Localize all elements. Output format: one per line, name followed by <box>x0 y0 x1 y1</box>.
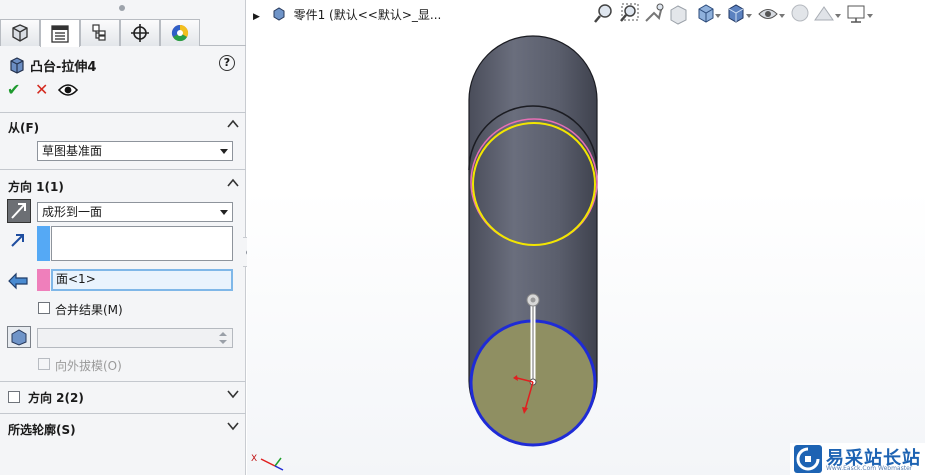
direction-selection-color <box>37 226 50 261</box>
triad-x-label: X <box>251 454 257 464</box>
chevron-down-icon <box>220 149 228 154</box>
from-section-header[interactable]: 从(F) <box>0 116 246 138</box>
from-section-title: 从(F) <box>8 121 40 135</box>
direction2-section-header[interactable]: 方向 2(2) <box>0 386 246 408</box>
draft-outward-checkbox[interactable] <box>38 358 50 370</box>
display-manager-tab[interactable] <box>160 19 200 46</box>
face-selection-icon <box>8 272 28 290</box>
draft-angle-field[interactable] <box>37 328 233 348</box>
configuration-icon <box>92 24 106 41</box>
chevron-up-icon[interactable] <box>227 177 239 189</box>
watermark: 易采站长站 Www.Easck.Com Webmaster <box>790 443 925 475</box>
start-condition-value: 草图基准面 <box>42 144 103 158</box>
boss-extrude-icon <box>10 57 24 74</box>
reference-triad <box>260 457 284 471</box>
spinner-icon[interactable] <box>216 330 230 346</box>
ok-button[interactable]: ✔ <box>7 80 20 100</box>
chevron-down-icon <box>220 210 228 215</box>
merge-result-label: 合并结果(M) <box>55 303 123 317</box>
panel-grip[interactable] <box>119 5 125 11</box>
merge-result-checkbox[interactable] <box>38 302 50 314</box>
direction2-title: 方向 2(2) <box>28 391 84 405</box>
divider <box>0 413 246 414</box>
direction-arrow-icon <box>11 234 24 247</box>
selected-contours-title: 所选轮廓(S) <box>8 423 76 437</box>
direction1-section-header[interactable]: 方向 1(1) <box>0 175 246 197</box>
face-selection-value: 面<1> <box>56 272 96 286</box>
crosshair-icon <box>131 24 149 42</box>
direction1-title: 方向 1(1) <box>8 180 64 194</box>
direction-selection-box[interactable] <box>51 226 233 261</box>
feature-manager-tab[interactable] <box>0 19 40 46</box>
eye-icon[interactable] <box>58 83 78 97</box>
divider <box>0 381 246 382</box>
manager-tabstrip <box>0 19 246 47</box>
reverse-direction-icon[interactable] <box>7 199 31 223</box>
color-wheel-icon <box>171 24 189 42</box>
selected-contours-header[interactable]: 所选轮廓(S) <box>0 418 246 440</box>
dimxpert-manager-tab[interactable] <box>120 19 160 46</box>
cancel-button[interactable]: ✕ <box>35 80 48 100</box>
model-view[interactable]: X <box>247 0 925 475</box>
divider <box>0 169 246 170</box>
property-list-icon <box>51 24 69 43</box>
help-icon[interactable]: ? <box>219 55 235 71</box>
draft-outward-label: 向外拔模(O) <box>55 359 122 373</box>
face-selection-box[interactable]: 面<1> <box>51 269 233 291</box>
direction2-checkbox[interactable] <box>8 391 20 403</box>
feature-title-row: 凸台-拉伸4 ? <box>0 52 246 76</box>
chevron-down-icon[interactable] <box>227 420 239 432</box>
feature-title: 凸台-拉伸4 <box>30 60 97 75</box>
property-manager-panel: 凸台-拉伸4 ? ✔ ✕ 从(F) 草图基准面 方向 1(1) 成形到一面 面<… <box>0 0 246 475</box>
watermark-subtext: Www.Easck.Com Webmaster <box>826 465 913 472</box>
face-selection-color <box>37 269 50 291</box>
watermark-logo <box>794 445 822 473</box>
draft-icon[interactable] <box>7 326 31 348</box>
feature-tree-icon <box>12 24 28 42</box>
property-manager-tab[interactable] <box>40 19 80 47</box>
divider <box>0 112 246 113</box>
end-condition-value: 成形到一面 <box>42 205 103 219</box>
chevron-up-icon[interactable] <box>227 118 239 130</box>
graphics-area[interactable]: ▶ 零件1 (默认<<默认>_显... X 易采站长站 Www.Easck.Co… <box>247 0 925 475</box>
chevron-down-icon[interactable] <box>227 388 239 400</box>
configuration-manager-tab[interactable] <box>80 19 120 46</box>
start-condition-select[interactable]: 草图基准面 <box>37 141 233 161</box>
end-condition-select[interactable]: 成形到一面 <box>37 202 233 222</box>
